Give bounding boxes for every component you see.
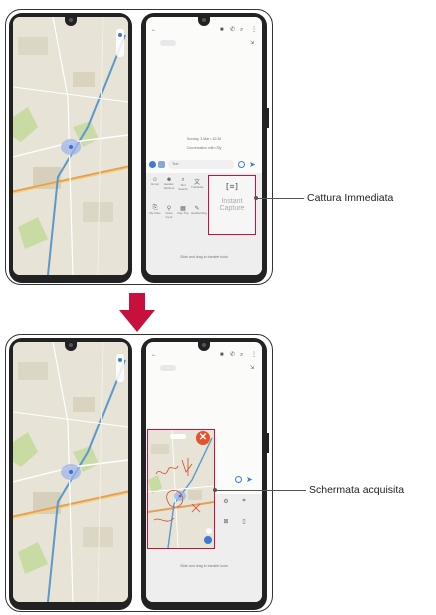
tool-tile-0[interactable]: ☺ Emoji	[149, 177, 161, 187]
message-input-placeholder: Text	[172, 162, 179, 166]
tool-tile-1[interactable]: ☻ Handw. Stickers	[163, 177, 175, 190]
callout-instant-capture: Cattura Immediata	[307, 192, 394, 204]
save-icon[interactable]	[204, 536, 212, 544]
message-input[interactable]: Text	[168, 160, 234, 169]
date-stamp: Sunday, 3 Mar • 10:30	[186, 137, 222, 141]
instant-capture-label-2: Capture	[219, 205, 245, 212]
tool-tile-4[interactable]: ⎘ My Files	[149, 205, 161, 216]
tools-panel: ☺ Emoji ☻ Handw. Stickers ⌕ Text Search 文 Tr…	[146, 173, 262, 275]
send-icon[interactable]: ➤	[249, 160, 256, 169]
callout-leader-line	[216, 490, 306, 491]
left-phone-bottom	[9, 338, 132, 610]
instant-capture-label-1: Instant	[221, 198, 243, 205]
tools-footer-hint: Slide and drag to transfer tools	[180, 255, 228, 259]
phone-icon[interactable]: ✆	[230, 352, 235, 358]
conversation-label: Conversation with Olly	[186, 146, 222, 150]
back-arrow-icon[interactable]: ←	[151, 352, 157, 358]
contact-chip[interactable]	[160, 365, 176, 371]
captured-map-image	[148, 430, 214, 548]
callout-captured-screen: Schermata acquisita	[309, 484, 405, 496]
scroll-capture-icon: ▯	[242, 519, 246, 525]
map-image	[13, 17, 128, 275]
search-icon[interactable]: ⌕	[240, 27, 243, 33]
messenger-screen-top: ← ■ ✆ ⌕ ⋮ ⇲ Sunday, 3 Mar • 10:30 Conver…	[146, 17, 262, 275]
video-call-icon[interactable]: ■	[220, 352, 224, 358]
emoji-icon[interactable]	[235, 476, 242, 483]
attach-icon[interactable]: ⇲	[250, 366, 254, 371]
video-call-icon[interactable]: ■	[220, 27, 224, 33]
instant-capture-icon: [⌗]	[224, 182, 240, 191]
send-icon[interactable]: ➤	[246, 475, 253, 484]
tool-tile-5[interactable]: ⚲ Voice Input	[163, 205, 175, 219]
add-icon[interactable]	[149, 161, 156, 168]
tool-tile-a[interactable]: ⚙	[220, 498, 232, 505]
callout-leader-line	[257, 198, 304, 199]
back-arrow-icon[interactable]: ←	[151, 27, 157, 33]
right-phone-top: ← ■ ✆ ⌕ ⋮ ⇲ Sunday, 3 Mar • 10:30 Conver…	[141, 13, 269, 283]
left-phone-top	[9, 13, 132, 283]
side-button	[267, 108, 269, 128]
side-button	[267, 433, 269, 453]
gallery-icon[interactable]	[158, 161, 165, 168]
tool-tile-3[interactable]: 文 Translate	[191, 177, 203, 190]
settings-icon: ⚙	[223, 499, 229, 505]
tool-tile-2[interactable]: ⌕ Text Search	[177, 177, 189, 191]
map-screen-bottom	[13, 342, 128, 602]
tool-tile-6[interactable]: ▦ Day Trip	[177, 205, 189, 216]
tool-tile-b[interactable]: ⌗	[238, 498, 250, 505]
close-icon[interactable]: ✕	[196, 431, 210, 445]
more-icon[interactable]: ⋮	[251, 27, 257, 33]
share-icon[interactable]	[206, 528, 212, 534]
more-icon[interactable]: ⋮	[251, 352, 257, 358]
search-icon[interactable]: ⌕	[240, 352, 243, 358]
map-image	[13, 342, 128, 602]
instant-capture-tile[interactable]: [⌗] Instant Capture	[208, 175, 256, 235]
map-screen-top	[13, 17, 128, 275]
tool-tile-7[interactable]: ✎ Handwriting	[191, 205, 207, 216]
attach-icon[interactable]: ⇲	[250, 41, 254, 46]
input-bar: Text ➤	[149, 160, 259, 170]
tool-tile-d[interactable]: ▯	[238, 518, 250, 525]
capture-icon: ⊠	[223, 519, 229, 525]
tool-tile-c[interactable]: ⊠	[220, 518, 232, 525]
phone-icon[interactable]: ✆	[230, 27, 235, 33]
down-arrow-icon	[119, 293, 155, 332]
emoji-icon[interactable]	[238, 161, 245, 168]
instant-capture-icon: ⌗	[242, 498, 246, 504]
captured-screenshot-preview[interactable]	[147, 429, 215, 549]
contact-chip[interactable]	[160, 40, 176, 46]
input-bar-partial: ➤	[216, 475, 260, 485]
tools-footer-hint: Slide and drag to transfer tools	[180, 564, 228, 568]
